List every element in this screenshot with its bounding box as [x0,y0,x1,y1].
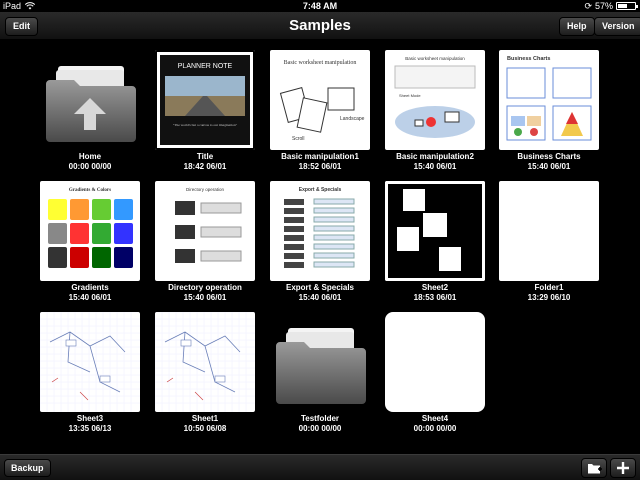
sheet-thumbnail [499,181,599,281]
item-name: Home [78,152,102,161]
item-label: Business Charts 15:40 06/01 [486,152,612,172]
svg-text:Export & Specials: Export & Specials [299,187,342,193]
svg-text:Business Charts: Business Charts [507,56,550,62]
item-name: Directory operation [168,283,242,292]
item-label: Testfolder 00:00 00/00 [257,414,383,434]
plus-icon [617,462,629,474]
item-date: 10:50 06/08 [183,424,227,433]
svg-text:Directory operation: Directory operation [186,187,225,192]
item-date: 18:53 06/01 [413,293,457,302]
svg-text:Basic worksheet manipulation: Basic worksheet manipulation [405,56,465,61]
sheet-thumbnail [385,181,485,281]
sheet-thumbnail: Basic worksheet manipulation Sheet Mode [385,50,485,150]
item-label: Export & Specials 15:40 06/01 [257,283,383,303]
sheet-thumbnail: Directory operation [155,181,255,281]
sheet-thumbnail [385,312,485,412]
svg-text:Gradients & Colors: Gradients & Colors [69,188,111,193]
item-date: 15:40 06/01 [68,293,112,302]
item-label: Sheet2 18:53 06/01 [372,283,498,303]
item-label: Title 18:42 06/01 [142,152,268,172]
item-date: 13:29 06/10 [527,293,571,302]
edit-button[interactable]: Edit [5,17,38,36]
item-label: Sheet3 13:35 06/13 [27,414,153,434]
item-date: 15:40 06/01 [413,162,457,171]
sheet-thumbnail: Gradients & Colors [40,181,140,281]
item-date: 00:00 00/00 [68,162,112,171]
item-name: Business Charts [517,152,581,161]
page-title: Samples [289,17,351,34]
sheet-thumbnail: Business Charts [499,50,599,150]
sheet-thumbnail [40,312,140,412]
svg-text:Basic worksheet manipulation: Basic worksheet manipulation [284,60,357,66]
battery-icon [616,2,638,10]
new-folder-icon [588,464,602,474]
item-name: Basic manipulation2 [396,152,474,161]
item-label: Directory operation 15:40 06/01 [142,283,268,303]
item-label: Basic manipulation1 18:52 06/01 [257,152,383,172]
item-date: 15:40 06/01 [298,293,342,302]
item-date: 13:35 06/13 [68,424,112,433]
item-name: Basic manipulation1 [281,152,359,161]
sheet-thumbnail: PLANNER NOTE "The world's but a canvas t… [155,50,255,150]
item-label: Sheet4 00:00 00/00 [372,414,498,434]
sheet-thumbnail: Basic worksheet manipulation Scroll Land… [270,50,370,150]
svg-text:Scroll: Scroll [292,136,305,142]
item-name: Export & Specials [285,283,355,292]
item-name: Testfolder [300,414,340,423]
item-date: 15:40 06/01 [527,162,571,171]
item-name: Sheet2 [421,283,449,292]
item-name: Sheet4 [421,414,449,423]
battery-percent: 57% [594,1,613,11]
sheet-thumbnail [155,312,255,412]
item-date: 18:42 06/01 [183,162,227,171]
version-button[interactable]: Version [594,17,640,36]
item-name: Gradients [71,283,109,292]
svg-text:Landscape: Landscape [340,116,365,122]
item-name: Sheet1 [191,414,219,423]
item-name: Title [196,152,214,161]
folder-icon [270,320,370,410]
item-label: Home 00:00 00/00 [27,152,153,172]
item-date: 15:40 06/01 [183,293,227,302]
item-date: 18:52 06/01 [298,162,342,171]
item-label: Basic manipulation2 15:40 06/01 [372,152,498,172]
title-logo-text: PLANNER NOTE [178,63,233,70]
item-date: 00:00 00/00 [298,424,342,433]
svg-text:Sheet Mode: Sheet Mode [399,93,421,98]
item-date: 00:00 00/00 [413,424,457,433]
home-folder-icon [40,58,140,148]
status-time: 7:48 AM [302,1,338,11]
sheet-grid: Home 00:00 00/00 PLANNER NOTE "The world… [0,40,640,454]
new-folder-button[interactable] [581,458,607,478]
backup-button[interactable]: Backup [4,459,51,477]
add-sheet-button[interactable] [610,458,636,478]
lock-rotation-icon: ⟳ [584,1,592,11]
bottom-toolbar: Backup [0,454,640,480]
sheet-thumbnail: Export & Specials [270,181,370,281]
item-name: Sheet3 [76,414,104,423]
item-label: Sheet1 10:50 06/08 [142,414,268,434]
item-label: Folder1 13:29 06/10 [486,283,612,303]
item-label: Gradients 15:40 06/01 [27,283,153,303]
status-bar: iPad 7:48 AM ⟳ 57% [0,0,640,12]
item-name: Folder1 [534,283,564,292]
help-button[interactable]: Help [559,17,595,36]
navigation-bar: Samples Edit Help Version [0,12,640,40]
title-caption: "The world's but a canvas to our imagina… [173,123,238,127]
